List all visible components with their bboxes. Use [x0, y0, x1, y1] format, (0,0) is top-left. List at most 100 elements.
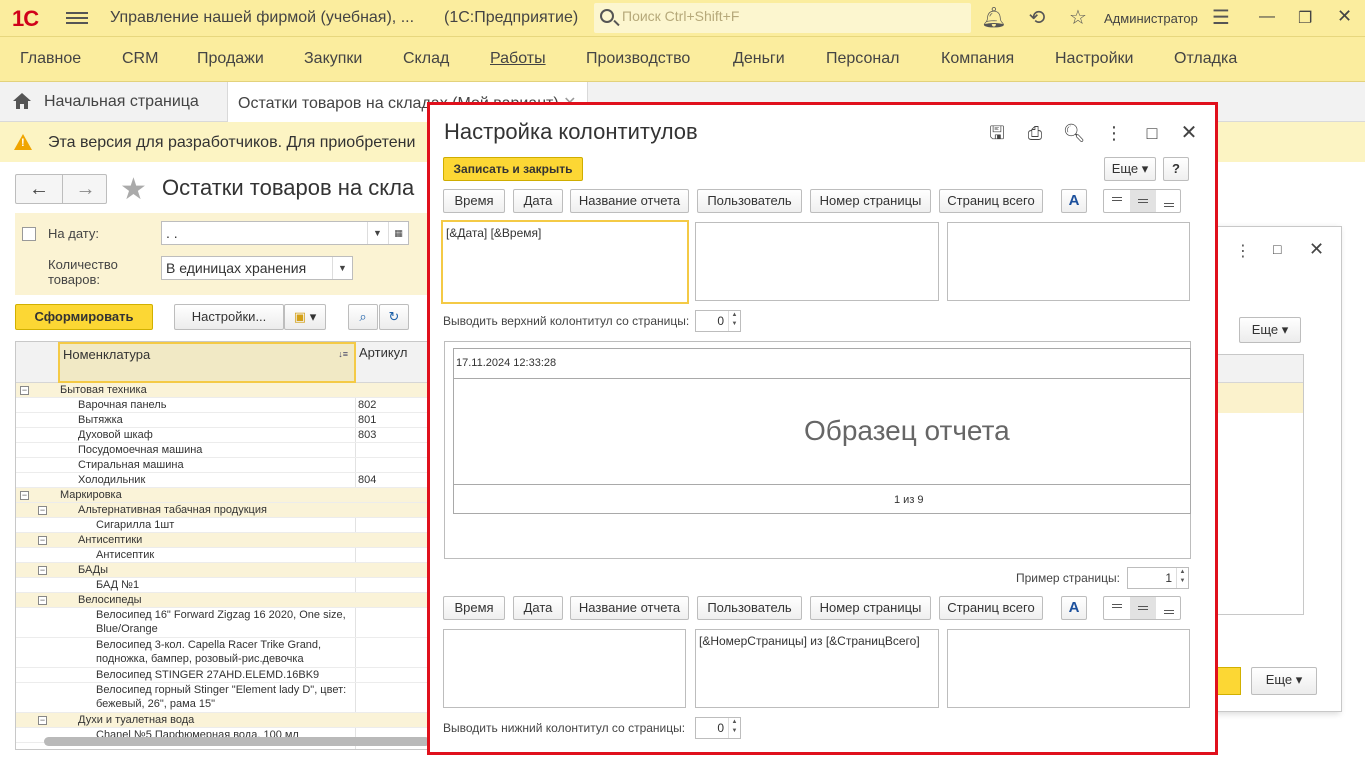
menu-works[interactable]: Работы — [490, 50, 546, 68]
insert-page-number-button[interactable]: Номер страницы — [810, 189, 931, 213]
user-name[interactable]: Администратор — [1104, 11, 1198, 26]
menu-purchases[interactable]: Закупки — [304, 50, 362, 68]
bg-more-button-2[interactable]: Еще ▾ — [1251, 667, 1317, 695]
sort-icon[interactable]: ↓≡ — [338, 349, 348, 359]
print-icon[interactable]: ⎙ — [1023, 122, 1047, 146]
insert-report-name-button[interactable]: Название отчета — [570, 189, 689, 213]
align-bottom-icon[interactable] — [1156, 190, 1182, 212]
group-row[interactable]: − Духи и туалетная вода — [16, 713, 429, 728]
star-icon[interactable]: ☆ — [1065, 6, 1091, 32]
footer-right-field[interactable] — [947, 629, 1190, 708]
save-icon[interactable]: 🖫︎ — [985, 122, 1009, 146]
maximize-icon[interactable]: □ — [1140, 122, 1164, 146]
calendar-icon[interactable]: ▦ — [388, 222, 408, 244]
footer-center-field[interactable]: [&НомерСтраницы] из [&СтраницВсего] — [695, 629, 939, 708]
header-right-field[interactable] — [947, 222, 1190, 301]
footer-insert-time-button[interactable]: Время — [443, 596, 505, 620]
table-row[interactable]: Духовой шкаф 803 — [16, 428, 429, 443]
insert-time-button[interactable]: Время — [443, 189, 505, 213]
restore-icon[interactable]: ❐ — [1298, 8, 1312, 28]
group-row[interactable]: − Велосипеды — [16, 593, 429, 608]
preview-icon[interactable]: 🔍︎ — [1062, 122, 1086, 146]
home-icon[interactable] — [12, 92, 32, 110]
bg-more-icon[interactable]: ⋮ — [1235, 241, 1251, 261]
app-logo[interactable]: 1С — [12, 6, 39, 32]
table-row[interactable]: Вытяжка 801 — [16, 413, 429, 428]
table-row[interactable]: Велосипед 16" Forward Zigzag 16 2020, On… — [16, 608, 429, 638]
insert-user-button[interactable]: Пользователь — [697, 189, 802, 213]
settings-list-icon[interactable]: ☰ — [1208, 6, 1234, 32]
col-name-header[interactable]: Номенклатура ↓≡ — [58, 342, 356, 383]
menu-money[interactable]: Деньги — [733, 50, 785, 68]
footer-left-field[interactable] — [443, 629, 686, 708]
table-row[interactable]: БАД №1 — [16, 578, 429, 593]
forward-arrow-icon[interactable]: → — [62, 175, 108, 203]
align-top-icon[interactable] — [1104, 190, 1130, 212]
search-input[interactable] — [622, 8, 952, 24]
close-app-icon[interactable]: ✕ — [1337, 6, 1352, 27]
col-article-header[interactable]: Артикул — [359, 345, 407, 360]
footer-align-top-icon[interactable] — [1104, 597, 1130, 619]
history-icon[interactable]: ⟲ — [1024, 6, 1050, 32]
table-row[interactable]: Антисептик — [16, 548, 429, 563]
footer-align-middle-icon[interactable] — [1130, 597, 1156, 619]
main-menu-icon[interactable] — [66, 9, 88, 27]
table-row[interactable]: Сигарилла 1шт — [16, 518, 429, 533]
close-dialog-icon[interactable]: ✕ — [1177, 122, 1201, 146]
menu-main[interactable]: Главное — [20, 50, 81, 68]
bg-dialog-table[interactable] — [1216, 354, 1304, 615]
bg-primary-button[interactable] — [1217, 667, 1241, 695]
qty-select[interactable]: В единицах хранения ▼ — [161, 256, 353, 280]
insert-total-pages-button[interactable]: Страниц всего — [939, 189, 1043, 213]
header-left-field[interactable]: [&Дата] [&Время] — [441, 220, 689, 304]
menu-debug[interactable]: Отладка — [1174, 50, 1237, 68]
align-middle-icon[interactable] — [1130, 190, 1156, 212]
table-row[interactable]: Холодильник 804 — [16, 473, 429, 488]
group-row[interactable]: − Маркировка — [16, 488, 429, 503]
footer-insert-report-name-button[interactable]: Название отчета — [570, 596, 689, 620]
global-search[interactable] — [594, 3, 971, 33]
footer-insert-page-number-button[interactable]: Номер страницы — [810, 596, 931, 620]
footer-from-spinner[interactable]: 0 ▲ ▼ — [695, 717, 741, 739]
table-row[interactable]: Велосипед STINGER 27AHD.ELEMD.16BK9 — [16, 668, 429, 683]
more-actions-icon[interactable]: ⋮ — [1102, 122, 1126, 146]
save-and-close-button[interactable]: Записать и закрыть — [443, 157, 583, 181]
footer-align-bottom-icon[interactable] — [1156, 597, 1182, 619]
bell-icon[interactable]: 🔔︎ — [981, 6, 1007, 32]
header-from-spinner[interactable]: 0 ▲ ▼ — [695, 310, 741, 332]
favorite-star-icon[interactable]: ★ — [120, 172, 147, 207]
horizontal-scrollbar[interactable] — [44, 737, 430, 746]
more-button[interactable]: Еще ▾ — [1104, 157, 1156, 181]
tab-home[interactable]: Начальная страница — [44, 93, 199, 111]
group-row[interactable]: − Бытовая техника — [16, 383, 429, 398]
collapse-icon[interactable]: − — [20, 491, 29, 500]
group-row[interactable]: − БАДы — [16, 563, 429, 578]
spinner-arrows-icon[interactable]: ▲ ▼ — [728, 311, 740, 331]
collapse-icon[interactable]: − — [38, 596, 47, 605]
collapse-icon[interactable]: − — [38, 536, 47, 545]
bg-more-button[interactable]: Еще ▾ — [1239, 317, 1301, 343]
date-field[interactable]: . . ▼ ▦ — [161, 221, 409, 245]
collapse-icon[interactable]: − — [38, 716, 47, 725]
variant-menu-button[interactable]: ▣ ▾ — [284, 304, 326, 330]
refresh-button[interactable]: ↻ — [379, 304, 409, 330]
table-row[interactable]: Посудомоечная машина — [16, 443, 429, 458]
group-row[interactable]: − Альтернативная табачная продукция — [16, 503, 429, 518]
sample-page-spinner[interactable]: 1 ▲ ▼ — [1127, 567, 1189, 589]
minimize-icon[interactable]: — — [1259, 8, 1275, 26]
generate-button[interactable]: Сформировать — [15, 304, 153, 330]
date-dropdown-icon[interactable]: ▼ — [367, 222, 387, 244]
menu-settings[interactable]: Настройки — [1055, 50, 1133, 68]
menu-warehouse[interactable]: Склад — [403, 50, 449, 68]
group-row[interactable]: − Антисептики — [16, 533, 429, 548]
insert-date-button[interactable]: Дата — [513, 189, 563, 213]
date-checkbox[interactable] — [22, 227, 36, 241]
qty-dropdown-icon[interactable]: ▼ — [332, 257, 352, 279]
menu-production[interactable]: Производство — [586, 50, 690, 68]
collapse-icon[interactable]: − — [38, 566, 47, 575]
footer-insert-date-button[interactable]: Дата — [513, 596, 563, 620]
sample-spinner-arrows-icon[interactable]: ▲ ▼ — [1176, 568, 1188, 588]
find-button[interactable]: ⌕ — [348, 304, 378, 330]
font-button[interactable]: A — [1061, 189, 1087, 213]
table-row[interactable]: Велосипед горный Stinger "Element lady D… — [16, 683, 429, 713]
